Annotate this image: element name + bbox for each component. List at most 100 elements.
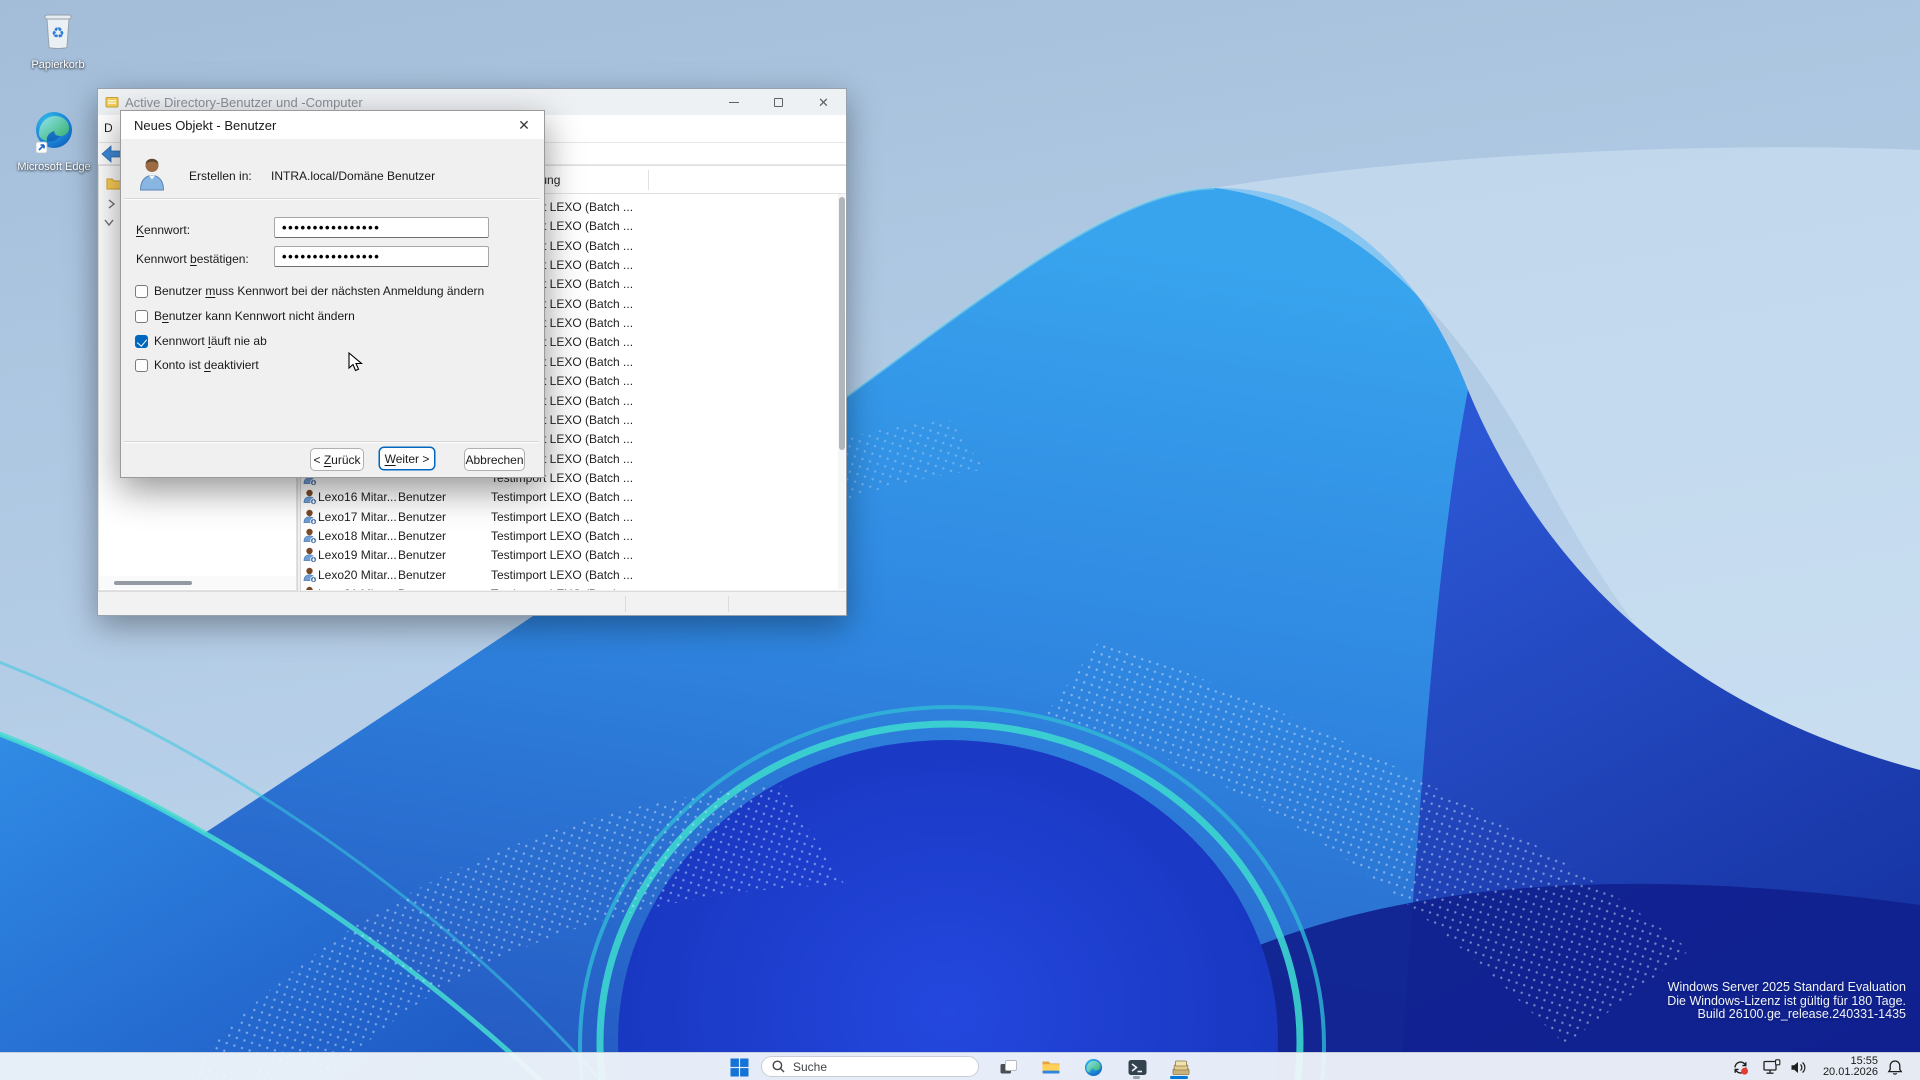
- running-indicator: [1133, 1076, 1140, 1079]
- start-button[interactable]: [727, 1055, 751, 1079]
- table-row[interactable]: Lexo16 Mitar...BenutzerTestimport LEXO (…: [301, 488, 838, 507]
- file-explorer-icon: [1041, 1058, 1061, 1076]
- active-indicator: [1170, 1076, 1188, 1079]
- row-name: Lexo18 Mitar...: [318, 529, 397, 543]
- confirm-password-label: Kennwort bestätigen:: [136, 252, 249, 266]
- dialog-titlebar[interactable]: Neues Objekt - Benutzer ✕: [121, 111, 544, 139]
- confirm-password-input[interactable]: ••••••••••••••••: [274, 246, 489, 267]
- watermark-line1: Windows Server 2025 Standard Evaluation: [1667, 981, 1906, 995]
- divider: [124, 198, 539, 200]
- row-beschreibung: Testimport LEXO (Batch ...: [491, 568, 633, 582]
- maximize-icon: [774, 98, 783, 107]
- row-beschreibung: Testimport LEXO (Batch ...: [491, 529, 633, 543]
- taskbar-search[interactable]: Suche: [761, 1056, 979, 1077]
- statusbar-divider: [625, 596, 626, 612]
- watermark-line3: Build 26100.ge_release.240331-1435: [1667, 1008, 1906, 1022]
- row-typ: Benutzer: [398, 510, 446, 524]
- powershell-icon: [1128, 1059, 1147, 1076]
- minimize-button[interactable]: [711, 89, 756, 115]
- list-vertical-scrollbar[interactable]: [838, 194, 845, 589]
- scrollbar-thumb[interactable]: [114, 581, 192, 585]
- status-bar: [98, 591, 846, 615]
- file-explorer-button[interactable]: [1039, 1055, 1063, 1079]
- clock-date: 20.01.2026: [1812, 1067, 1878, 1079]
- edge-icon: [1084, 1058, 1103, 1077]
- row-beschreibung: Testimport LEXO (Batch ...: [491, 510, 633, 524]
- divider: [124, 441, 539, 443]
- checkbox-cannot-change-password[interactable]: Benutzer kann Kennwort nicht ändern: [135, 309, 355, 323]
- column-separator[interactable]: [648, 170, 649, 190]
- network-tray-icon[interactable]: [1761, 1056, 1783, 1078]
- mouse-cursor: [348, 352, 366, 372]
- search-placeholder: Suche: [793, 1060, 827, 1074]
- chevron-right-icon[interactable]: [107, 199, 116, 209]
- volume-tray-icon[interactable]: [1787, 1056, 1809, 1078]
- watermark-line2: Die Windows-Lizenz ist gültig für 180 Ta…: [1667, 995, 1906, 1009]
- window-title: Active Directory-Benutzer und -Computer: [125, 95, 363, 110]
- close-icon: ✕: [818, 96, 829, 109]
- dialog-close-button[interactable]: ✕: [509, 111, 539, 139]
- update-tray-icon[interactable]: [1729, 1056, 1751, 1078]
- tree-horizontal-scrollbar[interactable]: [99, 576, 296, 589]
- eval-watermark: Windows Server 2025 Standard Evaluation …: [1667, 981, 1906, 1022]
- maximize-button[interactable]: [756, 89, 801, 115]
- task-view-button[interactable]: [996, 1055, 1020, 1079]
- statusbar-divider: [728, 596, 729, 612]
- edge-taskbar-button[interactable]: [1081, 1055, 1105, 1079]
- checkbox-icon[interactable]: [135, 359, 148, 372]
- chevron-down-icon[interactable]: [104, 218, 114, 227]
- aduc-window-icon: [105, 95, 119, 109]
- taskbar: Suche: [0, 1052, 1920, 1080]
- desktop-icon-label: Papierkorb: [12, 59, 104, 72]
- menu-datei-partial[interactable]: D: [104, 121, 113, 135]
- checkbox-account-disabled[interactable]: Konto ist deaktiviert: [135, 358, 259, 372]
- table-row[interactable]: Lexo18 Mitar...Benutzer Testimport LEXO (…: [301, 527, 838, 546]
- password-label: Kennwort:: [136, 223, 190, 237]
- user-row-icon: [303, 567, 317, 583]
- desktop-icon-label: Microsoft Edge: [8, 161, 100, 174]
- row-name: Lexo20 Mitar...: [318, 568, 397, 582]
- checkbox-icon[interactable]: [135, 310, 148, 323]
- back-button[interactable]: < Zurück: [310, 448, 364, 471]
- checkbox-icon[interactable]: [135, 335, 148, 348]
- user-row-icon: [303, 509, 317, 525]
- scrollbar-thumb[interactable]: [839, 197, 845, 450]
- search-icon: [772, 1060, 785, 1073]
- task-view-icon: [999, 1058, 1018, 1077]
- svg-text:♻: ♻: [51, 24, 64, 42]
- minimize-icon: [729, 102, 739, 103]
- taskbar-clock[interactable]: 15:55 20.01.2026: [1812, 1056, 1878, 1079]
- next-button[interactable]: Weiter >: [379, 447, 435, 470]
- mmc-console-icon: [1171, 1058, 1191, 1077]
- user-icon: [137, 156, 167, 192]
- table-row[interactable]: Lexo20 Mitar...BenutzerTestimport LEXO (…: [301, 566, 838, 585]
- row-beschreibung: Testimport LEXO (Batch ...: [491, 587, 633, 590]
- row-name: Lexo16 Mitar...: [318, 490, 397, 504]
- password-input[interactable]: ••••••••••••••••: [274, 217, 489, 238]
- dialog-title: Neues Objekt - Benutzer: [134, 118, 276, 133]
- checkbox-must-change-password[interactable]: Benutzer muss Kennwort bei der nächsten …: [135, 284, 484, 298]
- edge-icon: [34, 110, 74, 154]
- created-in-label: Erstellen in:: [189, 169, 252, 183]
- row-typ: Benutzer: [398, 490, 446, 504]
- table-row[interactable]: Lexo17 Mitar...Benutzer Testimport LEXO (…: [301, 508, 838, 527]
- notification-bell[interactable]: [1884, 1056, 1906, 1078]
- row-name: Lexo19 Mitar...: [318, 548, 397, 562]
- row-name: Lexo21 Mitar...: [318, 587, 397, 590]
- desktop-icon-edge[interactable]: Microsoft Edge: [8, 110, 100, 174]
- row-typ: Benutzer: [398, 548, 446, 562]
- user-row-icon: [303, 528, 317, 544]
- row-name: Lexo17 Mitar...: [318, 510, 397, 524]
- cancel-button[interactable]: Abbrechen: [464, 448, 525, 471]
- user-row-icon: [303, 586, 317, 590]
- table-row[interactable]: Lexo19 Mitar...BenutzerTestimport LEXO (…: [301, 546, 838, 565]
- table-row[interactable]: Lexo21 Mitar...Benutzer Testimport LEXO (…: [301, 585, 838, 590]
- row-typ: Benutzer: [398, 587, 446, 590]
- checkbox-password-never-expires[interactable]: Kennwort läuft nie ab: [135, 334, 267, 348]
- row-typ: Benutzer: [398, 529, 446, 543]
- new-object-user-dialog: Neues Objekt - Benutzer ✕ Erstellen in: …: [120, 110, 545, 478]
- desktop-icon-papierkorb[interactable]: ♻ Papierkorb: [12, 8, 104, 72]
- user-row-icon: [303, 489, 317, 505]
- close-button[interactable]: ✕: [801, 89, 846, 115]
- checkbox-icon[interactable]: [135, 285, 148, 298]
